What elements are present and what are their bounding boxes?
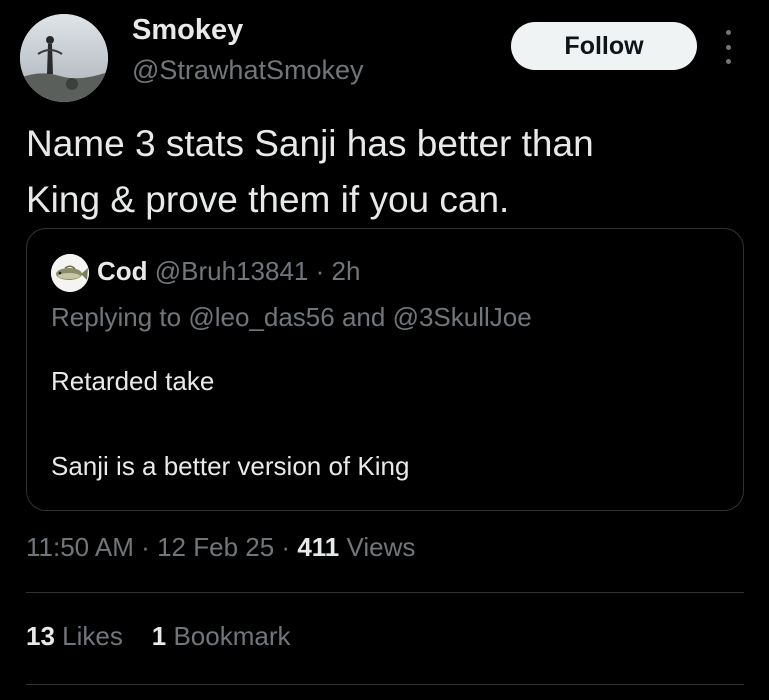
views-label: Views <box>346 532 416 562</box>
follow-button[interactable]: Follow <box>511 22 697 70</box>
more-dot <box>725 30 731 35</box>
divider <box>26 684 744 685</box>
author-avatar[interactable] <box>20 14 108 102</box>
more-dot <box>725 44 731 50</box>
replying-to-and: and <box>341 302 386 332</box>
quote-timestamp[interactable]: 2h <box>332 256 361 286</box>
quote-author-avatar[interactable] <box>51 254 89 292</box>
quote-text-line: Retarded take <box>51 366 215 396</box>
meta-separator: · <box>281 532 291 562</box>
replying-to-line: Replying to @leo_das56 and @3SkullJoe <box>51 302 532 333</box>
likes-label: Likes <box>62 621 123 651</box>
tweet-meta: 11:50 AM · 12 Feb 25 · 411 Views <box>26 532 415 563</box>
reply-mention-link[interactable]: @leo_das56 <box>188 302 334 332</box>
bookmarks-stat[interactable]: 1 Bookmark <box>152 621 291 651</box>
quote-header: Cod @Bruh13841 · 2h <box>97 256 360 287</box>
bookmarks-label: Bookmark <box>173 621 291 651</box>
replying-to-prefix: Replying to <box>51 302 182 332</box>
views-count: 411 <box>297 532 340 562</box>
likes-stat[interactable]: 13 Likes <box>26 621 123 651</box>
likes-count: 13 <box>26 621 55 651</box>
quote-separator: · <box>315 256 325 286</box>
tweet-date[interactable]: 12 Feb 25 <box>157 532 274 562</box>
divider <box>26 592 744 593</box>
quote-author-handle[interactable]: @Bruh13841 <box>155 256 309 286</box>
author-display-name[interactable]: Smokey <box>132 14 243 47</box>
tweet-text-line: Name 3 stats Sanji has better than <box>26 123 594 164</box>
author-handle[interactable]: @StrawhatSmokey <box>132 55 364 86</box>
tweet-text: Name 3 stats Sanji has better than King … <box>26 116 746 228</box>
quote-text-line: Sanji is a better version of King <box>51 451 410 481</box>
quoted-tweet-card[interactable]: Cod @Bruh13841 · 2h Replying to @leo_das… <box>26 228 744 511</box>
quote-author-name[interactable]: Cod <box>97 256 148 286</box>
tweet-text-line: King & prove them if you can. <box>26 179 510 220</box>
engagement-stats: 13 Likes 1 Bookmark <box>26 621 291 652</box>
more-dot <box>725 59 731 64</box>
meta-separator: · <box>141 532 150 562</box>
more-vertical-icon[interactable] <box>718 30 738 64</box>
bookmarks-count: 1 <box>151 621 167 651</box>
tweet-time[interactable]: 11:50 AM <box>26 532 134 562</box>
reply-mention-link[interactable]: @3SkullJoe <box>393 302 532 332</box>
